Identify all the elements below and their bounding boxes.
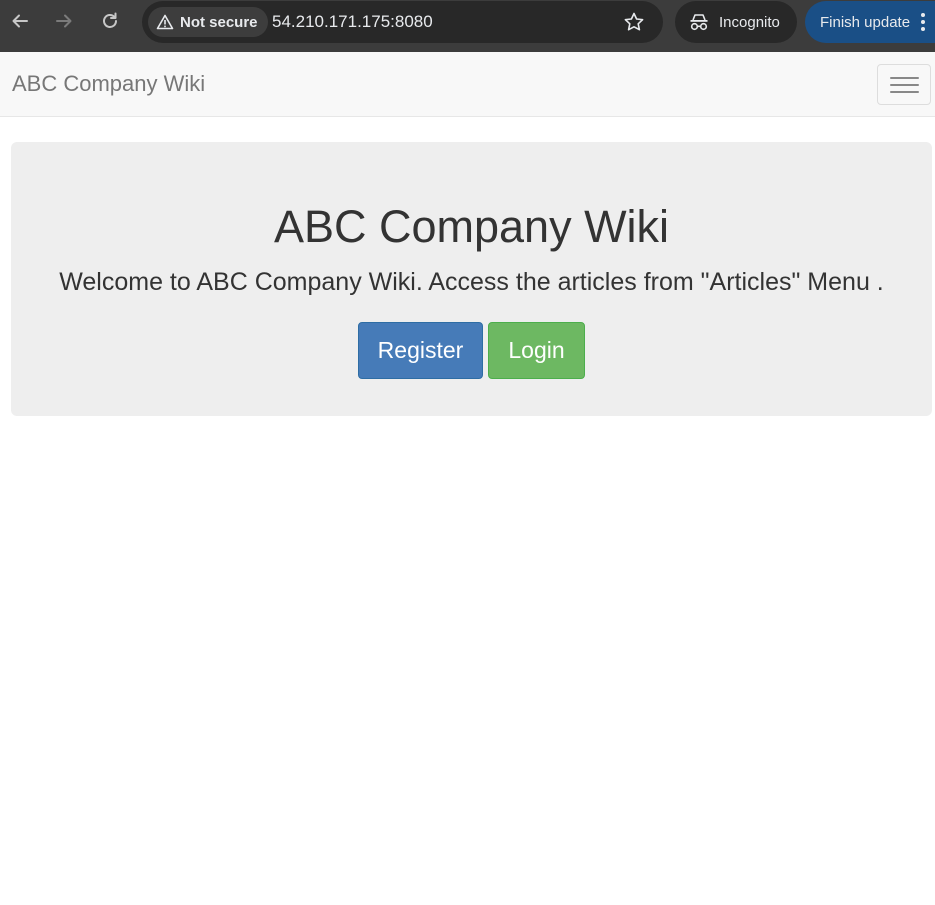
finish-update-label: Finish update: [820, 13, 911, 31]
finish-update-button[interactable]: Finish update: [805, 1, 935, 43]
hero-title: ABC Company Wiki: [273, 201, 670, 252]
reload-icon: [103, 12, 117, 28]
address-bar[interactable]: Not secure 54.210.171.175:8080: [142, 1, 663, 43]
security-label: Not secure: [180, 13, 258, 31]
navbar-toggle-button[interactable]: [877, 64, 931, 105]
back-button[interactable]: [6, 7, 34, 35]
forward-button[interactable]: [50, 7, 78, 35]
hamburger-icon-bar: [890, 91, 919, 93]
hamburger-icon: [890, 77, 919, 79]
arrow-left-icon: [12, 14, 28, 28]
login-button[interactable]: Login: [488, 322, 585, 379]
hero-lead: Welcome to ABC Company Wiki. Access the …: [59, 268, 884, 296]
warning-triangle-icon: [156, 14, 174, 30]
star-icon[interactable]: [623, 11, 645, 33]
incognito-label: Incognito: [719, 13, 780, 31]
reload-button[interactable]: [96, 7, 124, 35]
hero-jumbotron: ABC Company Wiki Welcome to ABC Company …: [11, 142, 932, 416]
browser-toolbar: Not secure 54.210.171.175:8080 Incognito…: [0, 0, 935, 52]
incognito-icon: [690, 14, 708, 31]
kebab-menu-icon[interactable]: [919, 11, 927, 33]
arrow-right-icon: [56, 14, 72, 28]
navbar-brand[interactable]: ABC Company Wiki: [12, 71, 205, 97]
incognito-indicator[interactable]: Incognito: [675, 1, 797, 43]
register-button[interactable]: Register: [358, 322, 483, 379]
security-indicator[interactable]: Not secure: [148, 7, 268, 37]
hamburger-icon-bar: [890, 84, 919, 86]
site-navbar: ABC Company Wiki: [0, 52, 935, 117]
url-text[interactable]: 54.210.171.175:8080: [272, 12, 433, 32]
